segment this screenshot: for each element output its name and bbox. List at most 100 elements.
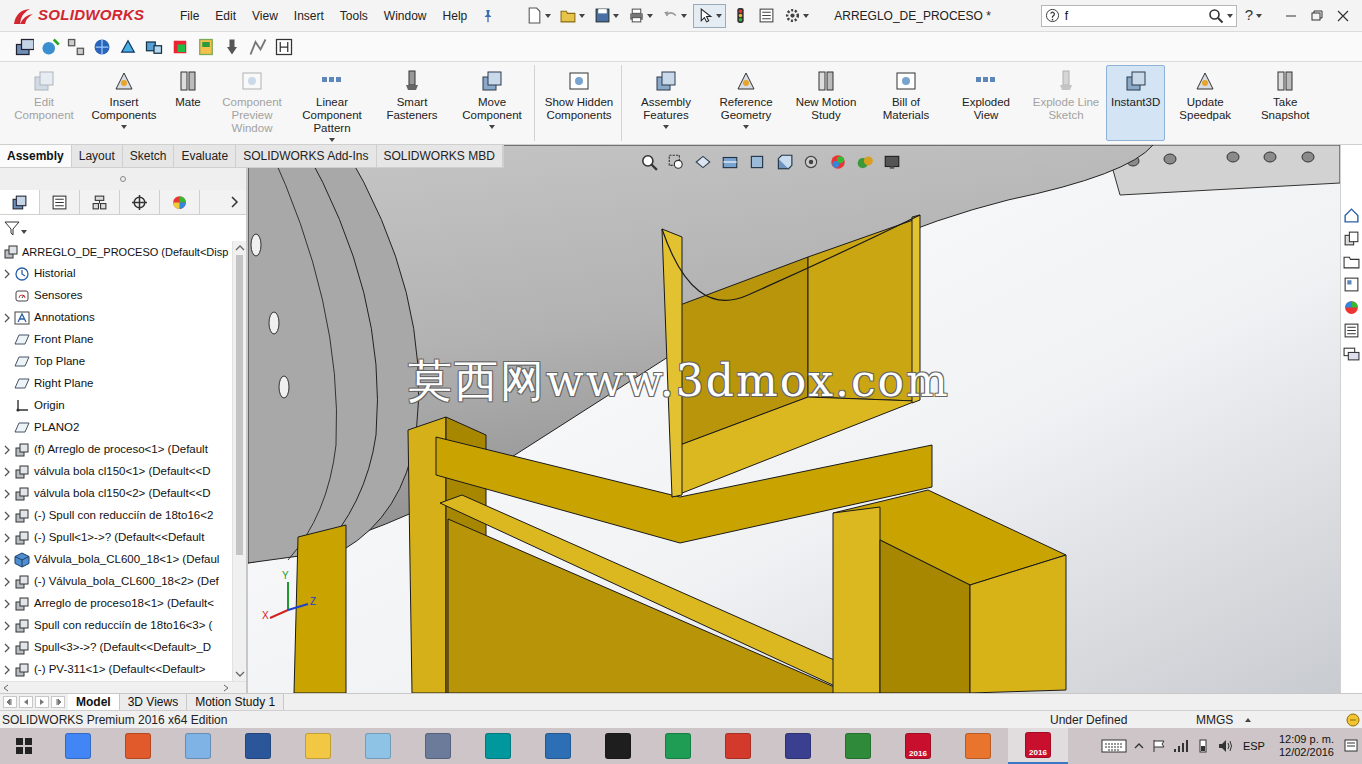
ribbon-button[interactable]: Reference Geometry [706, 65, 786, 141]
clock[interactable]: 12:09 p. m.12/02/2016 [1275, 733, 1338, 759]
scroll-thumb[interactable] [236, 255, 243, 555]
expand-arrow-icon[interactable] [2, 577, 12, 587]
tab-nav-arrow-icon[interactable] [35, 696, 49, 708]
tree-item[interactable]: Historial [0, 263, 232, 285]
ribbon-label[interactable]: Instant3D [1111, 96, 1160, 109]
ribbon-label[interactable]: Insert Components [89, 96, 159, 122]
keyboard-icon[interactable] [1101, 738, 1127, 754]
dropdown-caret[interactable] [489, 125, 495, 129]
expand-arrow-icon[interactable] [2, 489, 12, 499]
ribbon-label[interactable]: Linear Component Pattern [297, 96, 367, 135]
menu-item[interactable]: File [172, 7, 207, 25]
toolbar-tool-icon[interactable] [144, 37, 164, 57]
ribbon-button[interactable]: Mate [164, 65, 212, 141]
tab-nav-arrow-icon[interactable] [19, 696, 33, 708]
scroll-right-icon[interactable] [220, 682, 232, 694]
dropdown-caret[interactable] [329, 138, 335, 142]
app-icon[interactable]: 2016 [1025, 732, 1051, 758]
taskbar-app[interactable] [828, 728, 888, 764]
ribbon-button[interactable]: Take Snapshot [1245, 65, 1325, 141]
restore-icon[interactable] [1304, 6, 1330, 26]
app-icon[interactable] [965, 733, 991, 759]
toolbar-tool-icon[interactable] [118, 37, 138, 57]
view-tool-icon[interactable] [802, 153, 820, 171]
dropdown-caret[interactable] [613, 14, 619, 18]
app-icon[interactable] [245, 733, 271, 759]
tree-item[interactable]: (-) Spull con reducciín de 18to16<2 [0, 505, 232, 527]
app-icon[interactable] [785, 733, 811, 759]
network-icon[interactable] [1173, 738, 1189, 754]
units-selector[interactable]: MMGS [1196, 711, 1346, 729]
ribbon-label[interactable]: Exploded View [951, 96, 1021, 122]
scroll-down-icon[interactable] [233, 667, 247, 681]
ribbon-label[interactable]: Reference Geometry [711, 96, 781, 122]
menu-item[interactable]: Help [435, 7, 476, 25]
scroll-left-icon[interactable] [0, 682, 12, 694]
tree-item[interactable]: (-) PV-311<1> (Default<<Default> [0, 659, 232, 681]
speaker-icon[interactable] [1217, 738, 1233, 754]
dropdown-caret[interactable] [716, 14, 722, 18]
view-tool-icon[interactable] [748, 153, 766, 171]
view-tool-icon[interactable] [667, 153, 685, 171]
clock-time[interactable]: 12:09 p. m. [1279, 733, 1334, 746]
tree-item-label[interactable]: PLANO2 [34, 419, 79, 436]
graphics-viewport[interactable]: 莫西网www.3dmox.comYXZ [248, 145, 1340, 693]
taskbar-app[interactable] [348, 728, 408, 764]
taskbar-app[interactable] [528, 728, 588, 764]
expand-arrow-icon[interactable] [2, 467, 12, 477]
app-icon[interactable] [845, 733, 871, 759]
panel-tab[interactable] [120, 190, 160, 214]
tree-item[interactable]: Sensores [0, 285, 232, 307]
taskbar-app[interactable] [408, 728, 468, 764]
ribbon-button[interactable]: Exploded View [946, 65, 1026, 141]
chevron-right-icon[interactable] [228, 190, 242, 215]
ribbon-label[interactable]: Smart Fasteners [377, 96, 447, 122]
ribbon-label[interactable]: Mate [175, 96, 201, 109]
toolbar-tool-icon[interactable] [66, 37, 86, 57]
action-center-flag-icon[interactable] [1151, 738, 1167, 754]
taskbar-app[interactable] [288, 728, 348, 764]
battery-icon[interactable] [1195, 738, 1211, 754]
tree-item-label[interactable]: (f) Arreglo de proceso<1> (Default [34, 441, 208, 458]
ribbon-label[interactable]: Show Hidden Components [544, 96, 614, 122]
dropdown-caret[interactable] [121, 125, 127, 129]
taskbar-app[interactable] [648, 728, 708, 764]
dropdown-caret[interactable] [743, 125, 749, 129]
tree-item[interactable]: (f) Arreglo de proceso<1> (Default [0, 439, 232, 461]
taskbar-app[interactable]: 2016 [888, 728, 948, 764]
dropdown-caret[interactable] [647, 14, 653, 18]
toolbar-tool-icon[interactable] [248, 37, 268, 57]
ribbon-button[interactable]: Instant3D [1106, 65, 1165, 141]
minimize-icon[interactable] [1278, 6, 1304, 26]
taskbar-app[interactable] [468, 728, 528, 764]
task-pane-icon[interactable] [1343, 322, 1360, 339]
tree-item[interactable]: Annotations [0, 307, 232, 329]
toolbar-tool-icon[interactable] [170, 37, 190, 57]
expand-arrow-icon[interactable] [2, 555, 12, 565]
dropdown-caret[interactable] [681, 14, 687, 18]
taskbar-app[interactable]: 2016 [1008, 728, 1068, 764]
toolbar-button[interactable] [659, 4, 690, 28]
tree-item[interactable]: Origin [0, 395, 232, 417]
tab-nav-arrow-icon[interactable] [3, 696, 17, 708]
task-pane-icon[interactable] [1343, 230, 1360, 247]
view-tool-icon[interactable] [883, 153, 901, 171]
tree-item-label[interactable]: Historial [34, 265, 76, 282]
tree-item[interactable]: Spull<3>->? (Default<<Default>_D [0, 637, 232, 659]
ribbon-label[interactable]: Assembly Features [631, 96, 701, 122]
taskbar-app[interactable] [948, 728, 1008, 764]
tree-item-label[interactable]: Annotations [34, 309, 95, 326]
tree-item[interactable]: Right Plane [0, 373, 232, 395]
panel-tab[interactable] [40, 190, 80, 214]
tree-item[interactable]: válvula bola cl150<2> (Default<<D [0, 483, 232, 505]
menu-item[interactable]: Tools [332, 7, 376, 25]
dropdown-caret[interactable] [1227, 14, 1233, 18]
toolbar-tool-icon[interactable] [222, 37, 242, 57]
command-tab[interactable]: Assembly [0, 145, 72, 167]
taskbar-app[interactable] [588, 728, 648, 764]
app-icon[interactable] [545, 733, 571, 759]
bottom-tab[interactable]: Model [68, 694, 120, 710]
ribbon-label[interactable]: Take Snapshot [1250, 96, 1320, 122]
tree-item[interactable]: (-) Válvula_bola_CL600_18<2> (Def [0, 571, 232, 593]
ribbon-label[interactable]: New Motion Study [791, 96, 861, 122]
